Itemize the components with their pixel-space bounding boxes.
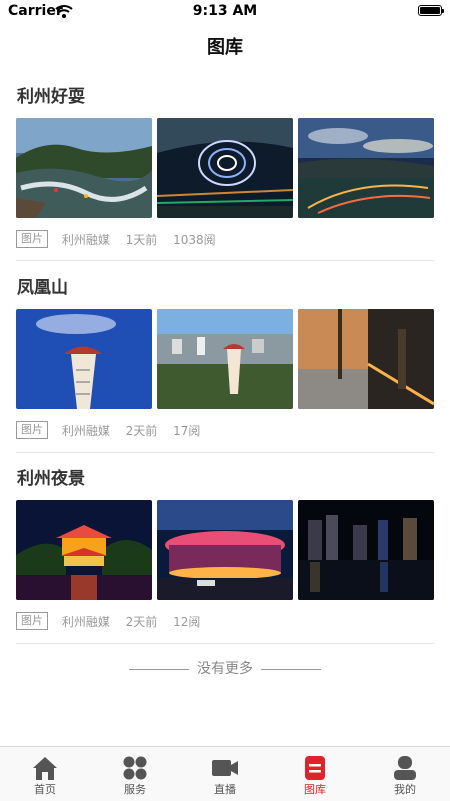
views-count: 1038阅: [173, 232, 216, 247]
album-title[interactable]: 凤凰山: [17, 276, 434, 300]
city-skyline-night-photo[interactable]: [298, 500, 434, 600]
tab-live[interactable]: 直播: [180, 747, 270, 801]
page-title: 图库: [207, 37, 243, 58]
album-card[interactable]: 凤凰山 图片 利州融媒 2天前 17阅: [16, 276, 434, 446]
tab-profile[interactable]: 我的: [360, 747, 450, 801]
album-thumbnails: [16, 500, 434, 600]
rafting-river-photo[interactable]: [16, 118, 152, 218]
no-more-label: 没有更多: [197, 661, 253, 677]
album-card[interactable]: 利州好耍 图片 利州融媒 1天前 1038阅: [16, 85, 434, 255]
tab-services[interactable]: 服务: [90, 747, 180, 801]
time-label: 2天前: [125, 423, 158, 438]
time-label: 2天前: [125, 614, 158, 629]
divider: [16, 643, 434, 644]
type-badge: 图片: [16, 421, 48, 439]
album-thumbnails: [16, 309, 434, 409]
album-thumbnails: [16, 118, 434, 218]
battery-icon: [418, 5, 444, 16]
source-label: 利州融媒: [61, 614, 110, 629]
city-overlook-photo[interactable]: [157, 309, 293, 409]
profile-icon: [394, 756, 416, 780]
tab-label: 图库: [304, 783, 326, 796]
tab-label: 首页: [34, 783, 56, 796]
album-meta: 图片 利州融媒 1天前 1038阅: [16, 230, 228, 248]
album-meta: 图片 利州融媒 2天前 12阅: [16, 612, 212, 630]
home-icon: [33, 757, 57, 780]
tab-gallery[interactable]: 图库: [270, 747, 360, 801]
type-badge: 图片: [16, 612, 48, 630]
source-label: 利州融媒: [61, 423, 110, 438]
tab-home[interactable]: 首页: [0, 747, 90, 801]
divider: [16, 260, 434, 261]
status-time: 9:13 AM: [192, 3, 258, 19]
stadium-night-photo[interactable]: [157, 500, 293, 600]
water-light-show-photo[interactable]: [157, 118, 293, 218]
sunset-lake-lights-photo[interactable]: [298, 118, 434, 218]
status-bar: Carrier 9:13 AM: [0, 0, 450, 24]
album-meta: 图片 利州融媒 2天前 17阅: [16, 421, 212, 439]
album-title[interactable]: 利州好耍: [17, 85, 434, 109]
tab-label: 服务: [124, 783, 146, 796]
album-card[interactable]: 利州夜景 图片 利州融媒 2天前 12阅: [16, 467, 434, 637]
gallery-icon: [305, 756, 325, 780]
time-label: 1天前: [125, 232, 158, 247]
tab-label: 直播: [214, 783, 236, 796]
divider-line: [129, 668, 189, 670]
phoenix-tower-photo[interactable]: [16, 309, 152, 409]
divider: [16, 452, 434, 453]
tab-label: 我的: [394, 783, 416, 796]
no-more-indicator: 没有更多: [0, 658, 450, 678]
views-count: 17阅: [173, 423, 201, 438]
services-grid-icon: [123, 756, 147, 780]
source-label: 利州融媒: [61, 232, 110, 247]
tab-bar: 首页 服务 直播 图库 我的: [0, 746, 450, 801]
divider-line: [261, 668, 321, 670]
pavilion-night-photo[interactable]: [16, 500, 152, 600]
type-badge: 图片: [16, 230, 48, 248]
album-title[interactable]: 利州夜景: [17, 467, 434, 491]
video-camera-icon: [212, 760, 238, 776]
park-night-walkway-photo[interactable]: [298, 309, 434, 409]
views-count: 12阅: [173, 614, 201, 629]
